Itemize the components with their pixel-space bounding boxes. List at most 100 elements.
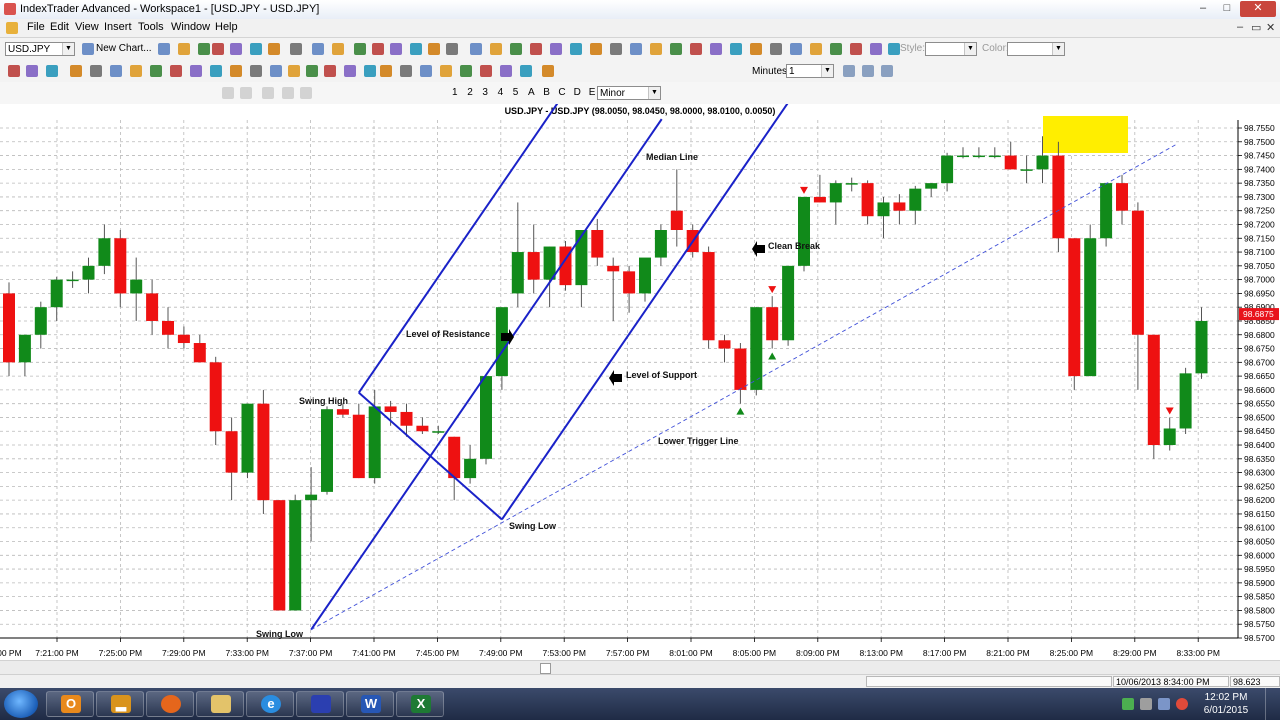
style-select[interactable]: ▼: [925, 42, 977, 56]
toolbar-tool-icon[interactable]: [710, 43, 722, 55]
toolbar-tool-icon[interactable]: [610, 43, 622, 55]
drawing-tool-icon[interactable]: [110, 65, 122, 77]
taskbar-firefox[interactable]: [146, 691, 194, 717]
horizontal-scrollbar[interactable]: [0, 660, 1280, 675]
bar-chart-icon[interactable]: [843, 65, 855, 77]
taskbar-excel[interactable]: X: [396, 691, 444, 717]
toolbar-tool-icon[interactable]: [630, 43, 642, 55]
symbol-select[interactable]: USD.JPY ▼: [5, 42, 75, 56]
chart-canvas[interactable]: 98.7550 98.7500 98.7450 98.7400 98.7350 98.73…: [0, 104, 1280, 660]
toolbar-tool-icon[interactable]: [670, 43, 682, 55]
toolbar-tool-icon[interactable]: [354, 43, 366, 55]
toolbar-tool-icon[interactable]: [690, 43, 702, 55]
toolbar-tool-icon[interactable]: [198, 43, 210, 55]
drawing-tool-icon[interactable]: [324, 65, 336, 77]
drawing-tool-icon[interactable]: [130, 65, 142, 77]
degree-select[interactable]: Minor ▼: [597, 86, 661, 100]
toolbar-tool-icon[interactable]: [570, 43, 582, 55]
toolbar-tool-icon[interactable]: [888, 43, 900, 55]
toolbar-tool-icon[interactable]: [550, 43, 562, 55]
wave-label-button[interactable]: 2: [467, 87, 473, 98]
menu-file[interactable]: File: [27, 21, 45, 33]
toolbar-tool-icon[interactable]: [490, 43, 502, 55]
drawing-tool-icon[interactable]: [190, 65, 202, 77]
toolbar-tool-icon[interactable]: [870, 43, 882, 55]
mdi-minimize-button[interactable]: –: [1237, 21, 1243, 33]
candle-chart-icon[interactable]: [862, 65, 874, 77]
layout2-icon[interactable]: [282, 87, 294, 99]
toolbar-tool-icon[interactable]: [810, 43, 822, 55]
drawing-tool-icon[interactable]: [542, 65, 554, 77]
taskbar-word[interactable]: W: [346, 691, 394, 717]
tray-volume-icon[interactable]: [1176, 698, 1188, 710]
toolbar-tool-icon[interactable]: [390, 43, 402, 55]
menu-insert[interactable]: Insert: [104, 21, 132, 33]
mdi-close-button[interactable]: ✕: [1266, 21, 1275, 34]
drawing-tool-icon[interactable]: [230, 65, 242, 77]
layout3-icon[interactable]: [300, 87, 312, 99]
drawing-tool-icon[interactable]: [400, 65, 412, 77]
taskbar-chart-app[interactable]: ▂: [96, 691, 144, 717]
drawing-tool-icon[interactable]: [8, 65, 20, 77]
wave-label-button[interactable]: E: [589, 87, 596, 98]
drawing-tool-icon[interactable]: [520, 65, 532, 77]
toolbar-tool-icon[interactable]: [730, 43, 742, 55]
taskbar-clock[interactable]: 12:02 PM 6/01/2015: [1198, 691, 1254, 717]
drawing-tool-icon[interactable]: [380, 65, 392, 77]
toolbar-tool-icon[interactable]: [650, 43, 662, 55]
color-select[interactable]: ▼: [1007, 42, 1065, 56]
toolbar-tool-icon[interactable]: [312, 43, 324, 55]
tray-flag-icon[interactable]: [1140, 698, 1152, 710]
taskbar-indextrader[interactable]: [296, 691, 344, 717]
toolbar-tool-icon[interactable]: [428, 43, 440, 55]
mdi-restore-button[interactable]: ▭: [1251, 21, 1261, 34]
wave-label-button[interactable]: 1: [452, 87, 458, 98]
close-button[interactable]: ✕: [1240, 1, 1276, 17]
drawing-tool-icon[interactable]: [306, 65, 318, 77]
menu-help[interactable]: Help: [215, 21, 238, 33]
wave-label-button[interactable]: D: [574, 87, 581, 98]
prev-page-icon[interactable]: [240, 87, 252, 99]
toolbar-tool-icon[interactable]: [290, 43, 302, 55]
timeframe-select[interactable]: 1 ▼: [786, 64, 834, 78]
start-button[interactable]: [4, 690, 38, 718]
menu-tools[interactable]: Tools: [138, 21, 164, 33]
toolbar-tool-icon[interactable]: [212, 43, 224, 55]
menu-edit[interactable]: Edit: [50, 21, 69, 33]
toolbar-tool-icon[interactable]: [830, 43, 842, 55]
drawing-tool-icon[interactable]: [150, 65, 162, 77]
toolbar-tool-icon[interactable]: [410, 43, 422, 55]
drawing-tool-icon[interactable]: [344, 65, 356, 77]
toolbar-tool-icon[interactable]: [230, 43, 242, 55]
price-chart[interactable]: USD.JPY - USD.JPY (98.0050, 98.0450, 98.…: [0, 104, 1280, 660]
tray-display-icon[interactable]: [1158, 698, 1170, 710]
toolbar-tool-icon[interactable]: [850, 43, 862, 55]
drawing-tool-icon[interactable]: [440, 65, 452, 77]
drawing-tool-icon[interactable]: [90, 65, 102, 77]
drawing-tool-icon[interactable]: [500, 65, 512, 77]
menu-window[interactable]: Window: [171, 21, 210, 33]
drawing-tool-icon[interactable]: [480, 65, 492, 77]
toolbar-tool-icon[interactable]: [178, 43, 190, 55]
tray-network-icon[interactable]: [1122, 698, 1134, 710]
minimize-button[interactable]: –: [1192, 1, 1214, 17]
drawing-tool-icon[interactable]: [250, 65, 262, 77]
wave-label-button[interactable]: C: [558, 87, 565, 98]
drawing-tool-icon[interactable]: [364, 65, 376, 77]
drawing-tool-icon[interactable]: [26, 65, 38, 77]
layout-icon[interactable]: [262, 87, 274, 99]
maximize-button[interactable]: □: [1216, 1, 1238, 17]
toolbar-tool-icon[interactable]: [750, 43, 762, 55]
toolbar-tool-icon[interactable]: [510, 43, 522, 55]
toolbar-tool-icon[interactable]: [268, 43, 280, 55]
drawing-tool-icon[interactable]: [460, 65, 472, 77]
toolbar-tool-icon[interactable]: [530, 43, 542, 55]
first-page-icon[interactable]: [222, 87, 234, 99]
show-desktop-button[interactable]: [1265, 688, 1280, 720]
taskbar-explorer[interactable]: [196, 691, 244, 717]
drawing-tool-icon[interactable]: [70, 65, 82, 77]
toolbar-tool-icon[interactable]: [470, 43, 482, 55]
drawing-tool-icon[interactable]: [288, 65, 300, 77]
toolbar-tool-icon[interactable]: [590, 43, 602, 55]
toolbar-tool-icon[interactable]: [790, 43, 802, 55]
